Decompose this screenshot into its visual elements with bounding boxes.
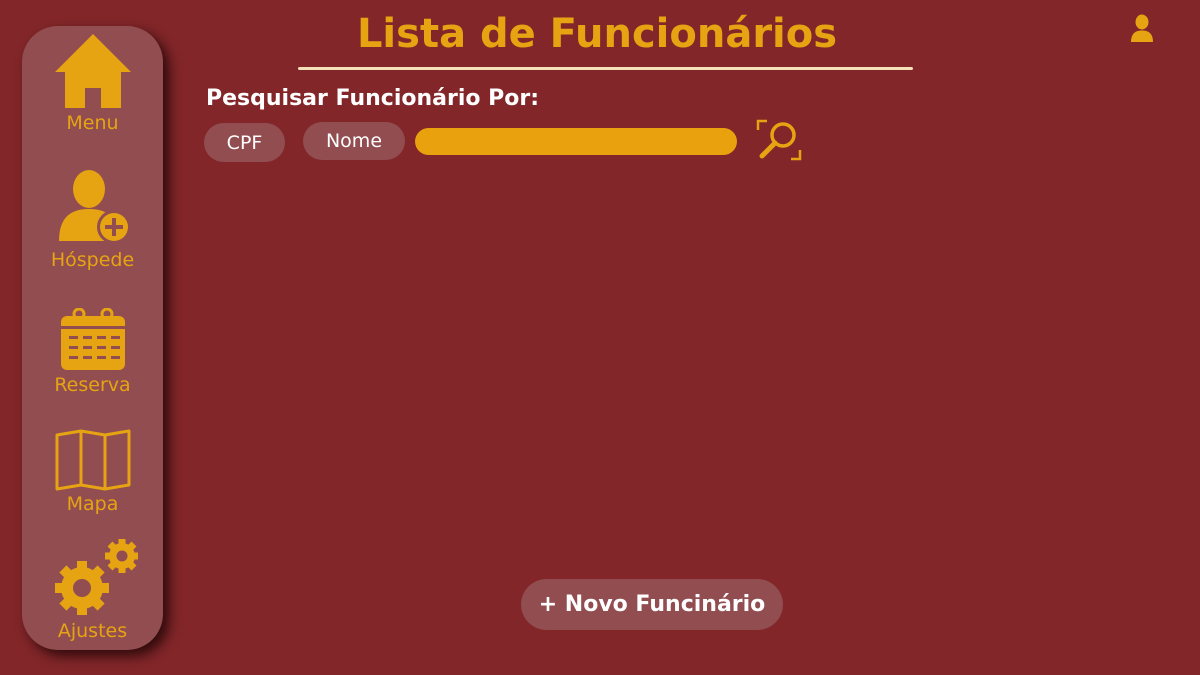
- home-icon: [54, 34, 131, 108]
- sidebar-item-menu[interactable]: Menu: [22, 32, 163, 134]
- map-icon: [55, 429, 130, 491]
- sidebar-item-label: Hóspede: [50, 249, 135, 271]
- filter-cpf-button[interactable]: CPF: [204, 123, 285, 162]
- sidebar-item-reserva[interactable]: Reserva: [22, 308, 163, 396]
- sidebar-item-label: Ajustes: [57, 620, 128, 642]
- filter-nome-button[interactable]: Nome: [303, 122, 405, 160]
- search-icon[interactable]: [755, 118, 803, 162]
- employee-list-page: Menu Hóspede Reserva Mapa Ajustes Lista …: [0, 0, 1200, 675]
- gears-icon: [54, 539, 138, 615]
- sidebar-item-hospede[interactable]: Hóspede: [22, 169, 163, 271]
- page-title: Lista de Funcionários: [356, 11, 838, 57]
- calendar-icon: [60, 308, 125, 370]
- add-user-icon: [58, 170, 131, 244]
- title-divider: [298, 67, 913, 70]
- sidebar: Menu Hóspede Reserva Mapa Ajustes: [22, 26, 163, 650]
- sidebar-item-label: Menu: [66, 112, 119, 134]
- user-icon[interactable]: [1130, 14, 1154, 44]
- search-label: Pesquisar Funcionário Por:: [206, 86, 540, 111]
- new-employee-button[interactable]: + Novo Funcinário: [521, 579, 783, 630]
- sidebar-item-mapa[interactable]: Mapa: [22, 429, 163, 515]
- sidebar-item-ajustes[interactable]: Ajustes: [22, 538, 163, 642]
- sidebar-item-label: Reserva: [54, 374, 131, 396]
- search-input[interactable]: [415, 128, 737, 155]
- sidebar-item-label: Mapa: [66, 493, 119, 515]
